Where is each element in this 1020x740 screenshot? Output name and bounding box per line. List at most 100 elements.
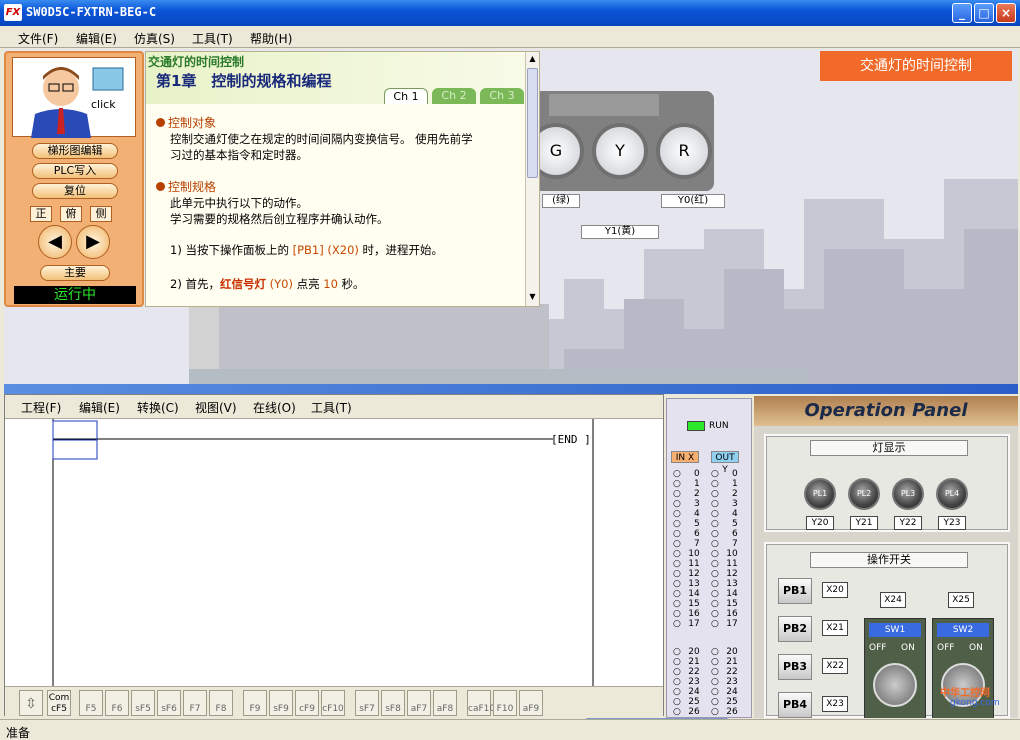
ladder-canvas[interactable] — [5, 419, 663, 719]
io-led-icon: ○ — [673, 569, 684, 579]
tab-ch1[interactable]: Ch 1 — [384, 88, 428, 104]
view-top-button[interactable]: 俯 — [60, 206, 82, 222]
io-led-icon: ○ — [673, 697, 684, 707]
output-row: ○ 2 — [711, 489, 738, 499]
io-led-icon: ○ — [711, 667, 722, 677]
fkey-af8[interactable]: aF8 — [433, 690, 457, 716]
fkey-sf7[interactable]: sF7 — [355, 690, 379, 716]
tutor-panel: click 梯形图编辑 PLC写入 复位 正 俯 侧 ◀ ▶ 主要 运行中 — [4, 51, 144, 307]
fkey-sf5[interactable]: sF5 — [131, 690, 155, 716]
fkey-cf10[interactable]: cF10 — [321, 690, 345, 716]
input-row: ○ 6 — [673, 529, 700, 539]
pb2-button[interactable]: PB2 — [778, 616, 812, 642]
scroll-down-icon[interactable]: ▼ — [527, 292, 538, 304]
io-led-icon: ○ — [711, 707, 722, 717]
output-row: ○ 1 — [711, 479, 738, 489]
output-row: ○ 23 — [711, 677, 738, 687]
input-row: ○ 20 — [673, 647, 700, 657]
end-bracket: ] — [585, 433, 590, 446]
fkey-f5[interactable]: F5 — [79, 690, 103, 716]
fkey-f7[interactable]: F7 — [183, 690, 207, 716]
ladder-menu-view[interactable]: 视图(V) — [195, 399, 237, 416]
cursor-tool-icon[interactable]: ⇳ — [19, 690, 43, 716]
ladder-edit-button[interactable]: 梯形图编辑 — [32, 143, 118, 159]
view-side-button[interactable]: 侧 — [90, 206, 112, 222]
lamp-group-label: 灯显示 — [810, 440, 968, 456]
fkey-sf9[interactable]: sF9 — [269, 690, 293, 716]
menu-tools[interactable]: 工具(T) — [192, 30, 233, 47]
pb1-button[interactable]: PB1 — [778, 578, 812, 604]
ladder-menu-project[interactable]: 工程(F) — [21, 399, 61, 416]
fkey-af9[interactable]: aF9 — [519, 690, 543, 716]
io-led-icon: ○ — [673, 687, 684, 697]
pb3-button[interactable]: PB3 — [778, 654, 812, 680]
scroll-up-icon[interactable]: ▲ — [527, 54, 538, 66]
plc-write-button[interactable]: PLC写入 — [32, 163, 118, 179]
io-led-icon: ○ — [711, 619, 722, 629]
lamp-y23: Y23 — [938, 516, 966, 530]
input-row: ○ 22 — [673, 667, 700, 677]
output-row: ○ 5 — [711, 519, 738, 529]
spec-text-2: 学习需要的规格然后创立程序并确认动作。 — [170, 212, 389, 226]
minimize-button[interactable]: _ — [952, 3, 972, 23]
sw1-selector[interactable]: SW1 OFF ON — [864, 618, 926, 718]
ladder-menu-convert[interactable]: 转换(C) — [137, 399, 179, 416]
target-text-2: 习过的基本指令和定时器。 — [170, 148, 308, 162]
fkey-f10[interactable]: F10 — [493, 690, 517, 716]
section-target: 控制对象 — [156, 114, 216, 131]
tab-ch3[interactable]: Ch 3 — [480, 88, 524, 104]
fkey-sf8[interactable]: sF8 — [381, 690, 405, 716]
operation-panel-title: Operation Panel — [754, 396, 1018, 426]
io-led-icon: ○ — [711, 509, 722, 519]
ladder-editor[interactable]: [END ] — [4, 394, 664, 716]
run-status: 运行中 — [14, 286, 136, 304]
fkey-f9[interactable]: F9 — [243, 690, 267, 716]
label-x25: X25 — [948, 592, 974, 608]
close-button[interactable]: × — [996, 3, 1016, 23]
yellow-light: Y — [592, 123, 648, 179]
lesson-scrollbar[interactable]: ▲ ▼ — [525, 52, 539, 306]
maximize-button[interactable]: □ — [974, 3, 994, 23]
io-led-icon: ○ — [673, 549, 684, 559]
menu-file[interactable]: 文件(F) — [18, 30, 58, 47]
lamp-group: 灯显示 PL1 PL2 PL3 PL4 Y20 Y21 Y22 Y23 — [764, 434, 1010, 532]
fkey-comment[interactable]: Com cF5 — [47, 690, 71, 716]
title-bar[interactable]: FX SW0D5C-FXTRN-BEG-C _ □ × — [0, 0, 1020, 26]
fkey-caf10[interactable]: caF10 — [467, 690, 495, 716]
menu-simulate[interactable]: 仿真(S) — [134, 30, 175, 47]
ladder-menu-online[interactable]: 在线(O) — [253, 399, 296, 416]
sw1-knob-icon[interactable] — [873, 663, 917, 707]
pb4-button[interactable]: PB4 — [778, 692, 812, 718]
io-led-icon: ○ — [711, 647, 722, 657]
lesson-topic: 交通灯的时间控制 — [148, 55, 245, 69]
next-button[interactable]: ▶ — [76, 225, 110, 259]
io-led-icon: ○ — [673, 589, 684, 599]
scroll-thumb[interactable] — [527, 68, 538, 178]
fkey-af7[interactable]: aF7 — [407, 690, 431, 716]
menu-edit[interactable]: 编辑(E) — [76, 30, 117, 47]
fkey-cf9[interactable]: cF9 — [295, 690, 319, 716]
input-row: ○ 24 — [673, 687, 700, 697]
fkey-f6[interactable]: F6 — [105, 690, 129, 716]
prev-button[interactable]: ◀ — [38, 225, 72, 259]
io-led-icon: ○ — [711, 529, 722, 539]
main-button[interactable]: 主要 — [40, 265, 110, 281]
menu-help[interactable]: 帮助(H) — [250, 30, 292, 47]
fkey-sf6[interactable]: sF6 — [157, 690, 181, 716]
io-led-icon: ○ — [673, 519, 684, 529]
ladder-menu-tools[interactable]: 工具(T) — [311, 399, 352, 416]
output-row: ○ 24 — [711, 687, 738, 697]
io-led-icon: ○ — [711, 559, 722, 569]
status-text: 准备 — [6, 726, 31, 740]
io-led-icon: ○ — [711, 687, 722, 697]
reset-button[interactable]: 复位 — [32, 183, 118, 199]
run-label: RUN — [709, 421, 729, 431]
view-front-button[interactable]: 正 — [30, 206, 52, 222]
io-monitor: RUN IN X OUT Y ○ 0 ○ 0 ○ 1 ○ 1 ○ 2 ○ 2 ○ 3 ○ 3 ○… — [666, 398, 752, 718]
input-row: ○ 1 — [673, 479, 700, 489]
label-red: Y0(红) — [661, 194, 725, 208]
fkey-f8[interactable]: F8 — [209, 690, 233, 716]
ladder-menu-edit[interactable]: 编辑(E) — [79, 399, 120, 416]
tab-ch2[interactable]: Ch 2 — [432, 88, 476, 104]
bullet-icon — [156, 118, 165, 127]
